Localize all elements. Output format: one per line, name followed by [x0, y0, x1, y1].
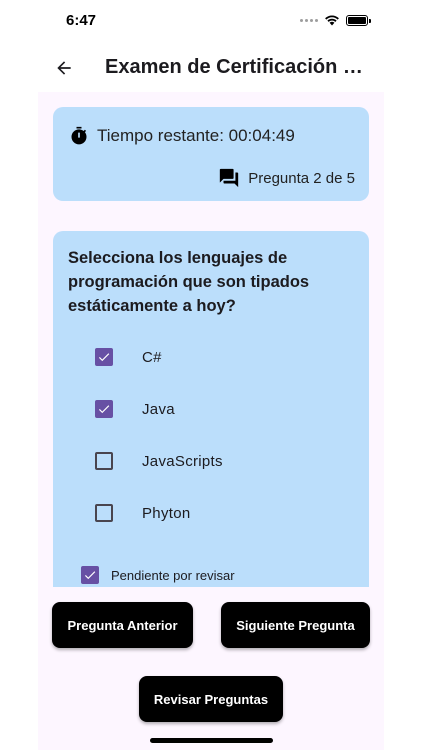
back-button[interactable] — [50, 54, 78, 82]
exam-content: Tiempo restante: 00:04:49 Pregunta 2 de … — [38, 92, 384, 750]
status-bar: 6:47 — [0, 0, 422, 44]
option-csharp[interactable]: C# — [95, 345, 161, 369]
battery-icon — [346, 14, 371, 26]
pending-review-label: Pendiente por revisar — [111, 567, 235, 583]
option-label: Java — [142, 400, 175, 418]
forum-icon — [220, 168, 239, 188]
next-question-button[interactable]: Siguiente Pregunta — [221, 602, 370, 648]
status-icons — [300, 14, 371, 26]
timer-card: Tiempo restante: 00:04:49 Pregunta 2 de … — [53, 107, 369, 201]
question-card: Selecciona los lenguajes de programación… — [53, 231, 369, 587]
checkbox-checked-icon[interactable] — [81, 566, 99, 584]
timer-text: Tiempo restante: 00:04:49 — [97, 126, 295, 145]
option-java[interactable]: Java — [95, 397, 175, 421]
arrow-back-icon — [57, 61, 71, 75]
previous-question-button[interactable]: Pregunta Anterior — [52, 602, 193, 648]
checkbox-unchecked-icon[interactable] — [95, 452, 113, 470]
status-time: 6:47 — [66, 12, 97, 29]
checkbox-checked-icon[interactable] — [95, 400, 113, 418]
question-text: Selecciona los lenguajes de programación… — [68, 249, 310, 315]
app-bar: Examen de Certificación S... — [0, 44, 422, 90]
checkbox-unchecked-icon[interactable] — [95, 504, 113, 522]
timer-icon — [71, 126, 87, 145]
home-indicator — [150, 738, 273, 743]
review-questions-button[interactable]: Revisar Preguntas — [139, 676, 283, 722]
cellular-signal-icon — [300, 18, 318, 22]
option-javascripts[interactable]: JavaScripts — [95, 449, 223, 473]
wifi-icon — [325, 15, 339, 26]
option-label: C# — [142, 348, 162, 366]
timer-row: Tiempo restante: 00:04:49 — [69, 125, 295, 147]
checkbox-checked-icon[interactable] — [95, 348, 113, 366]
question-count-row: Pregunta 2 de 5 — [218, 167, 355, 189]
option-phyton[interactable]: Phyton — [95, 501, 190, 525]
pending-review-toggle[interactable]: Pendiente por revisar — [81, 566, 235, 584]
option-label: JavaScripts — [142, 452, 223, 470]
question-count: Pregunta 2 de 5 — [248, 169, 355, 187]
option-label: Phyton — [142, 504, 191, 522]
page-title: Examen de Certificación S... — [105, 56, 365, 78]
